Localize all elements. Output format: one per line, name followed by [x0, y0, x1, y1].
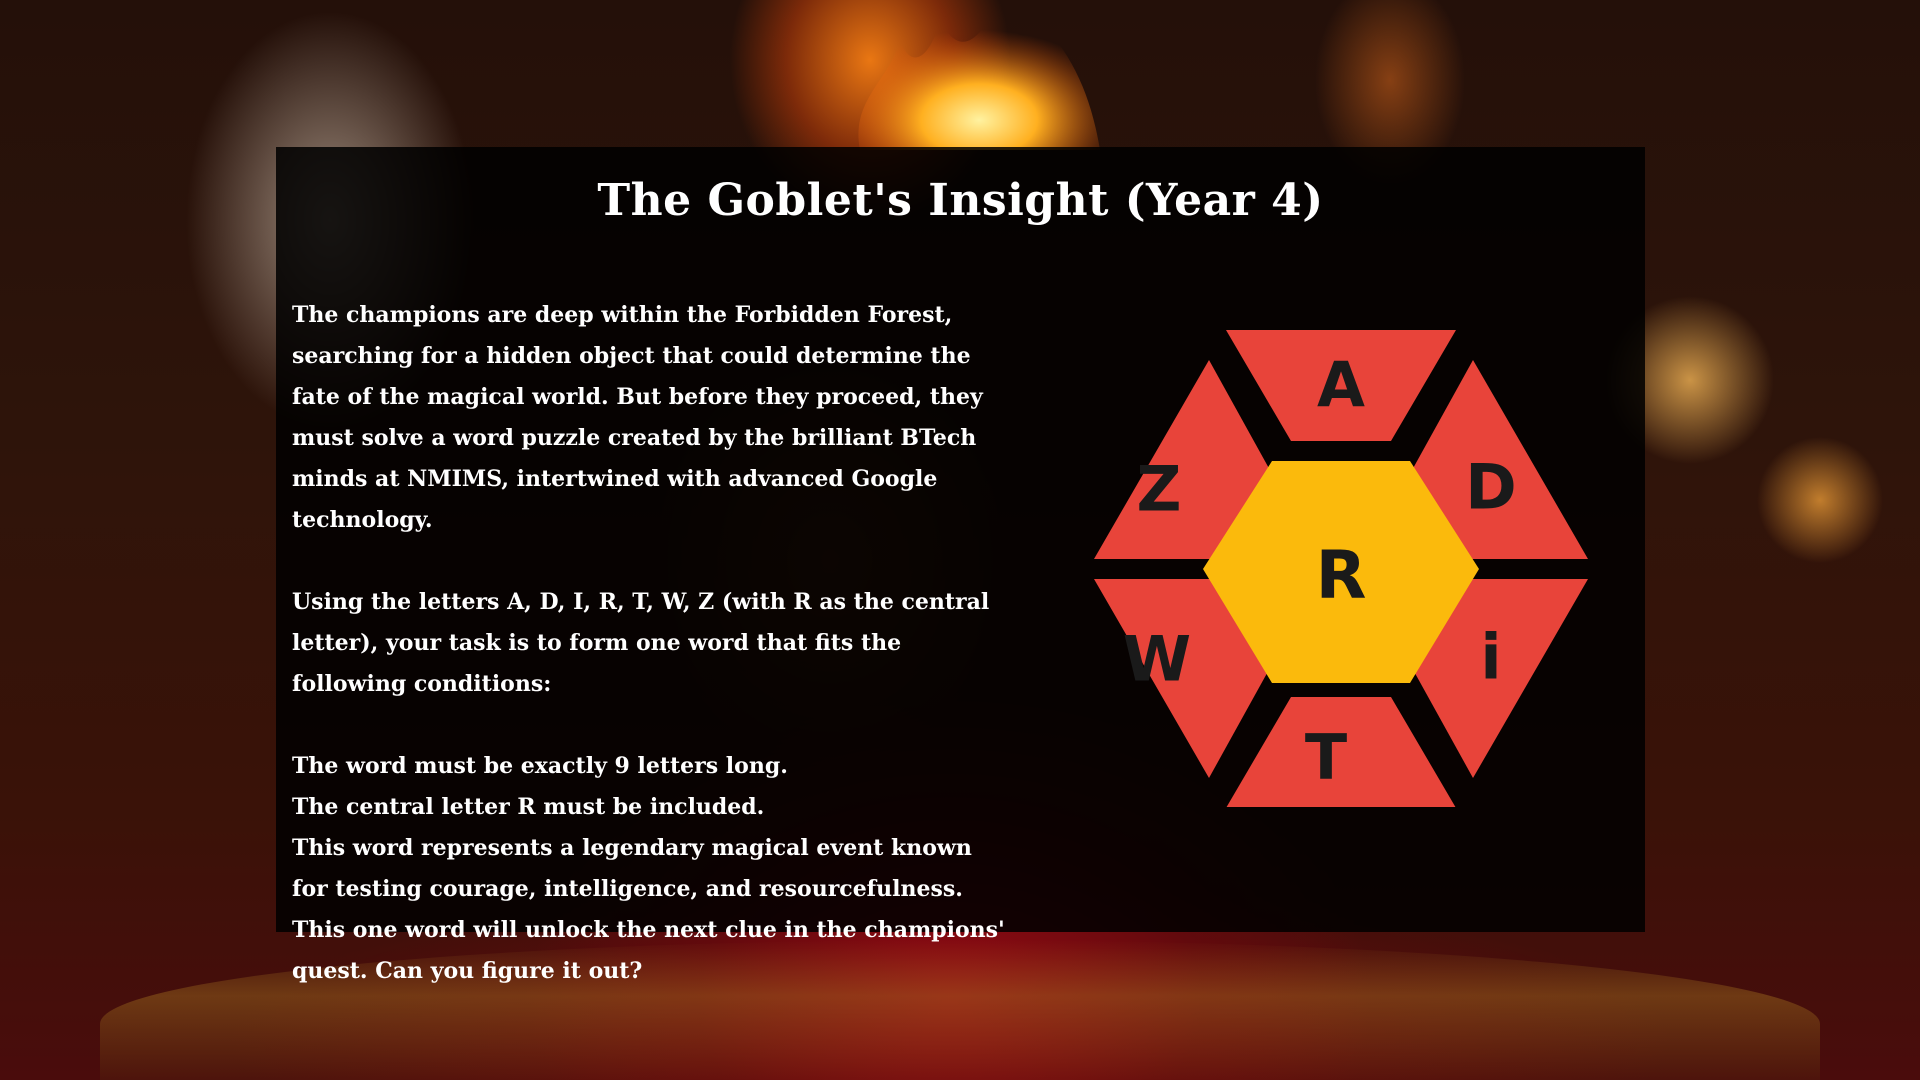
- condition-item: This word represents a legendary magical…: [292, 835, 972, 902]
- letter-bottom: T: [1305, 721, 1347, 794]
- letter-lower-left: W: [1123, 623, 1191, 696]
- letter-center: R: [1316, 537, 1367, 614]
- puzzle-panel: The Goblet's Insight (Year 4) The champi…: [276, 147, 1645, 984]
- game-screen: The Goblet's Insight (Year 4) The champi…: [0, 0, 1920, 1080]
- letter-upper-right: D: [1465, 451, 1516, 524]
- letter-upper-left: Z: [1137, 453, 1182, 526]
- letter-lower-right: i: [1480, 621, 1501, 694]
- letter-hexagon: A D i T W Z R: [1094, 330, 1588, 807]
- puzzle-instructions: Using the letters A, D, I, R, T, W, Z (w…: [292, 589, 990, 697]
- puzzle-intro: The champions are deep within the Forbid…: [292, 302, 983, 533]
- puzzle-description: The champions are deep within the Forbid…: [292, 295, 1012, 992]
- condition-item: The word must be exactly 9 letters long.: [292, 753, 788, 779]
- letter-top: A: [1317, 349, 1365, 422]
- condition-item: This one word will unlock the next clue …: [292, 917, 1005, 984]
- goblet-flame: [858, 0, 1100, 150]
- condition-item: The central letter R must be included.: [292, 794, 765, 820]
- puzzle-title: The Goblet's Insight (Year 4): [597, 175, 1324, 226]
